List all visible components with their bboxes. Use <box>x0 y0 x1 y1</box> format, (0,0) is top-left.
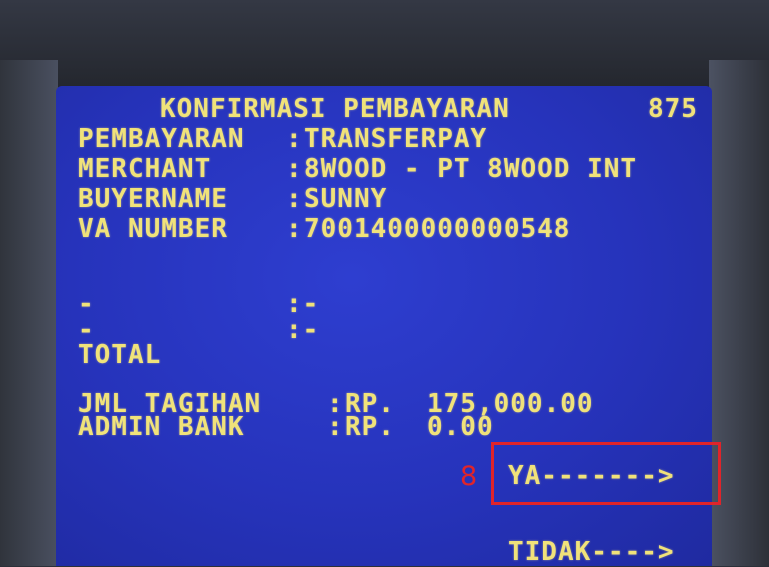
row-sep-merchant: : <box>286 154 303 184</box>
row-label-va-number: VA NUMBER <box>78 214 228 244</box>
option-tidak-button[interactable]: TIDAK----> <box>508 538 675 566</box>
amount-value-admin-bank: 0.00 <box>427 412 494 442</box>
highlight-box <box>491 442 721 505</box>
row-label-blank-1: - <box>78 289 95 319</box>
row-sep-blank-2: :- <box>286 315 320 345</box>
atm-bezel-left <box>0 60 58 566</box>
row-value-merchant: 8WOOD - PT 8WOOD INT <box>304 154 638 184</box>
screen-title: KONFIRMASI PEMBAYARAN <box>160 94 510 124</box>
amount-sep-admin-bank: : <box>327 412 344 442</box>
row-sep-pembayaran: : <box>286 124 303 154</box>
row-label-merchant: MERCHANT <box>78 154 212 184</box>
highlight-marker-number: 8 <box>460 461 478 492</box>
row-value-va-number: 7001400000000548 <box>304 214 571 244</box>
screen-code: 875 <box>648 94 698 124</box>
row-sep-buyername: : <box>286 184 303 214</box>
row-value-pembayaran: TRANSFERPAY <box>304 124 488 154</box>
row-sep-blank-1: :- <box>286 289 320 319</box>
row-label-buyername: BUYERNAME <box>78 184 228 214</box>
atm-bezel-top <box>0 0 769 92</box>
row-sep-va-number: : <box>286 214 303 244</box>
amount-label-admin-bank: ADMIN BANK <box>78 412 245 442</box>
amount-currency-admin-bank: RP. <box>345 412 395 442</box>
row-value-buyername: SUNNY <box>304 184 388 214</box>
row-label-pembayaran: PEMBAYARAN <box>78 124 245 154</box>
total-label: TOTAL <box>78 340 162 370</box>
